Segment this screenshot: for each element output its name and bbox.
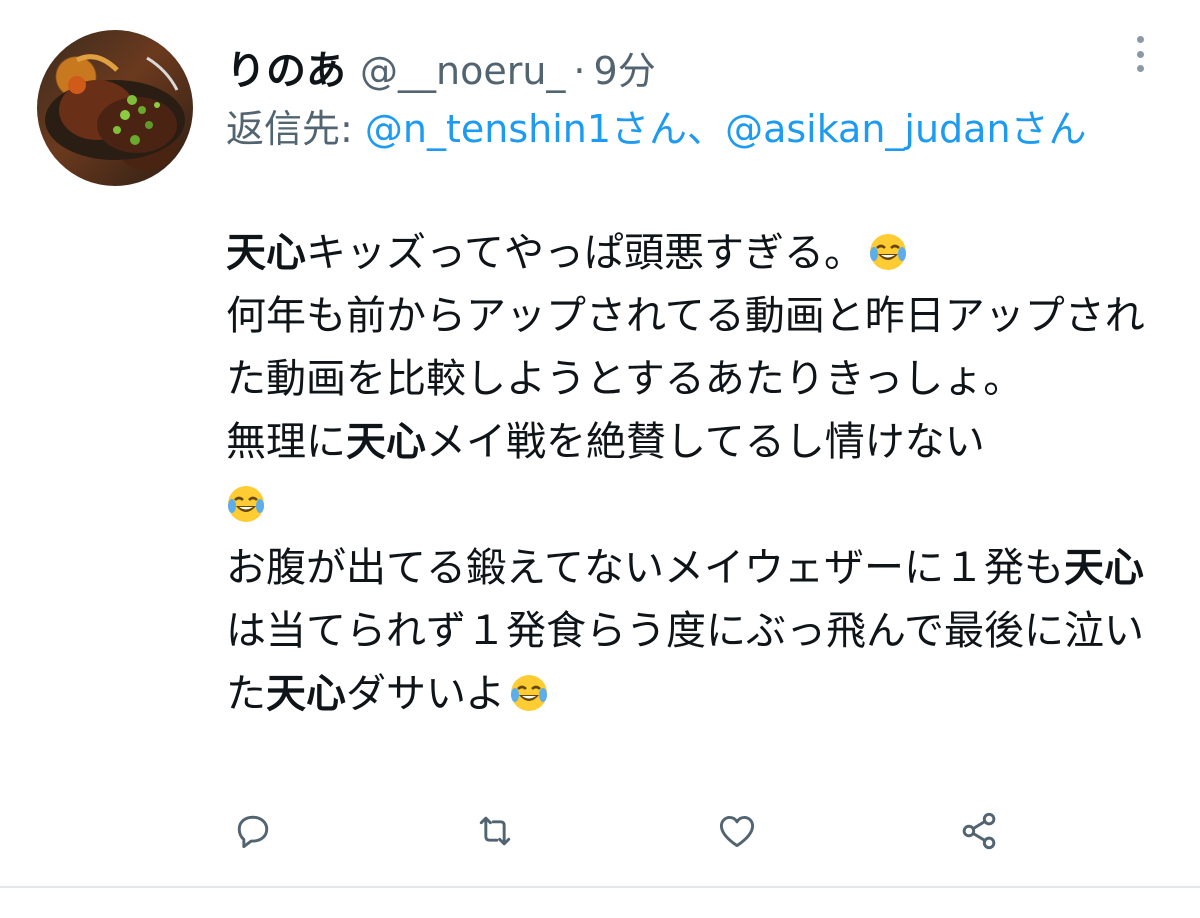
highlight-keyword: 天心 (266, 671, 346, 717)
reply-to-label: 返信先: (226, 107, 365, 151)
tweet-text-segment: お腹が出てる鍛えてないメイウェザーに１発も (226, 545, 1064, 591)
reply-mention-link[interactable]: @asikan_judanさん (725, 107, 1086, 151)
separator-dot: · (573, 49, 586, 93)
tears-of-joy-emoji-icon (228, 486, 264, 522)
reply-icon (237, 815, 269, 849)
tweet-actions (228, 806, 1028, 856)
highlight-keyword: 天心 (1064, 545, 1144, 591)
tears-of-joy-emoji-icon (511, 675, 548, 711)
avatar[interactable] (37, 30, 193, 186)
tweet-header: りのあ @__noeru_ · 9分 (226, 38, 656, 94)
divider (0, 886, 1200, 888)
reply-mention-joiner: 、 (687, 107, 726, 151)
tweet-text-segment: ダサいよ (346, 671, 506, 717)
like-icon (719, 815, 755, 848)
reply-button[interactable] (228, 806, 278, 856)
like-button[interactable] (712, 806, 762, 856)
tweet[interactable]: りのあ @__noeru_ · 9分 返信先: @n_tenshin1さん、@a… (0, 0, 1200, 918)
share-button[interactable] (954, 806, 1004, 856)
reply-to: 返信先: @n_tenshin1さん、@asikan_judanさん (226, 100, 1166, 158)
retweet-icon (479, 816, 511, 846)
tweet-text-segment: 無理に (226, 419, 346, 465)
highlight-keyword: 天心 (226, 230, 306, 276)
reply-mention-link[interactable]: @n_tenshin1さん (365, 107, 687, 151)
user-handle[interactable]: @__noeru_ (360, 49, 565, 93)
tweet-text: 天心キッズってやっぱ頭悪すぎる。 何年も前からアップされてる動画と昨日アップされ… (226, 222, 1166, 726)
timestamp[interactable]: 9分 (594, 40, 656, 95)
more-options-icon[interactable] (1124, 32, 1156, 76)
tweet-text-segment: キッズってやっぱ頭悪すぎる。 (306, 230, 864, 276)
tweet-text-segment: 何年も前からアップされてる動画と昨日アップされた動画を比較しようとするあたりきっ… (226, 293, 1145, 402)
share-icon (962, 812, 996, 850)
tweet-text-segment: メイ戦を絶賛してるし情けない (426, 419, 985, 465)
display-name[interactable]: りのあ (226, 38, 346, 96)
tears-of-joy-emoji-icon (870, 234, 906, 270)
highlight-keyword: 天心 (346, 419, 426, 465)
retweet-button[interactable] (470, 806, 520, 856)
